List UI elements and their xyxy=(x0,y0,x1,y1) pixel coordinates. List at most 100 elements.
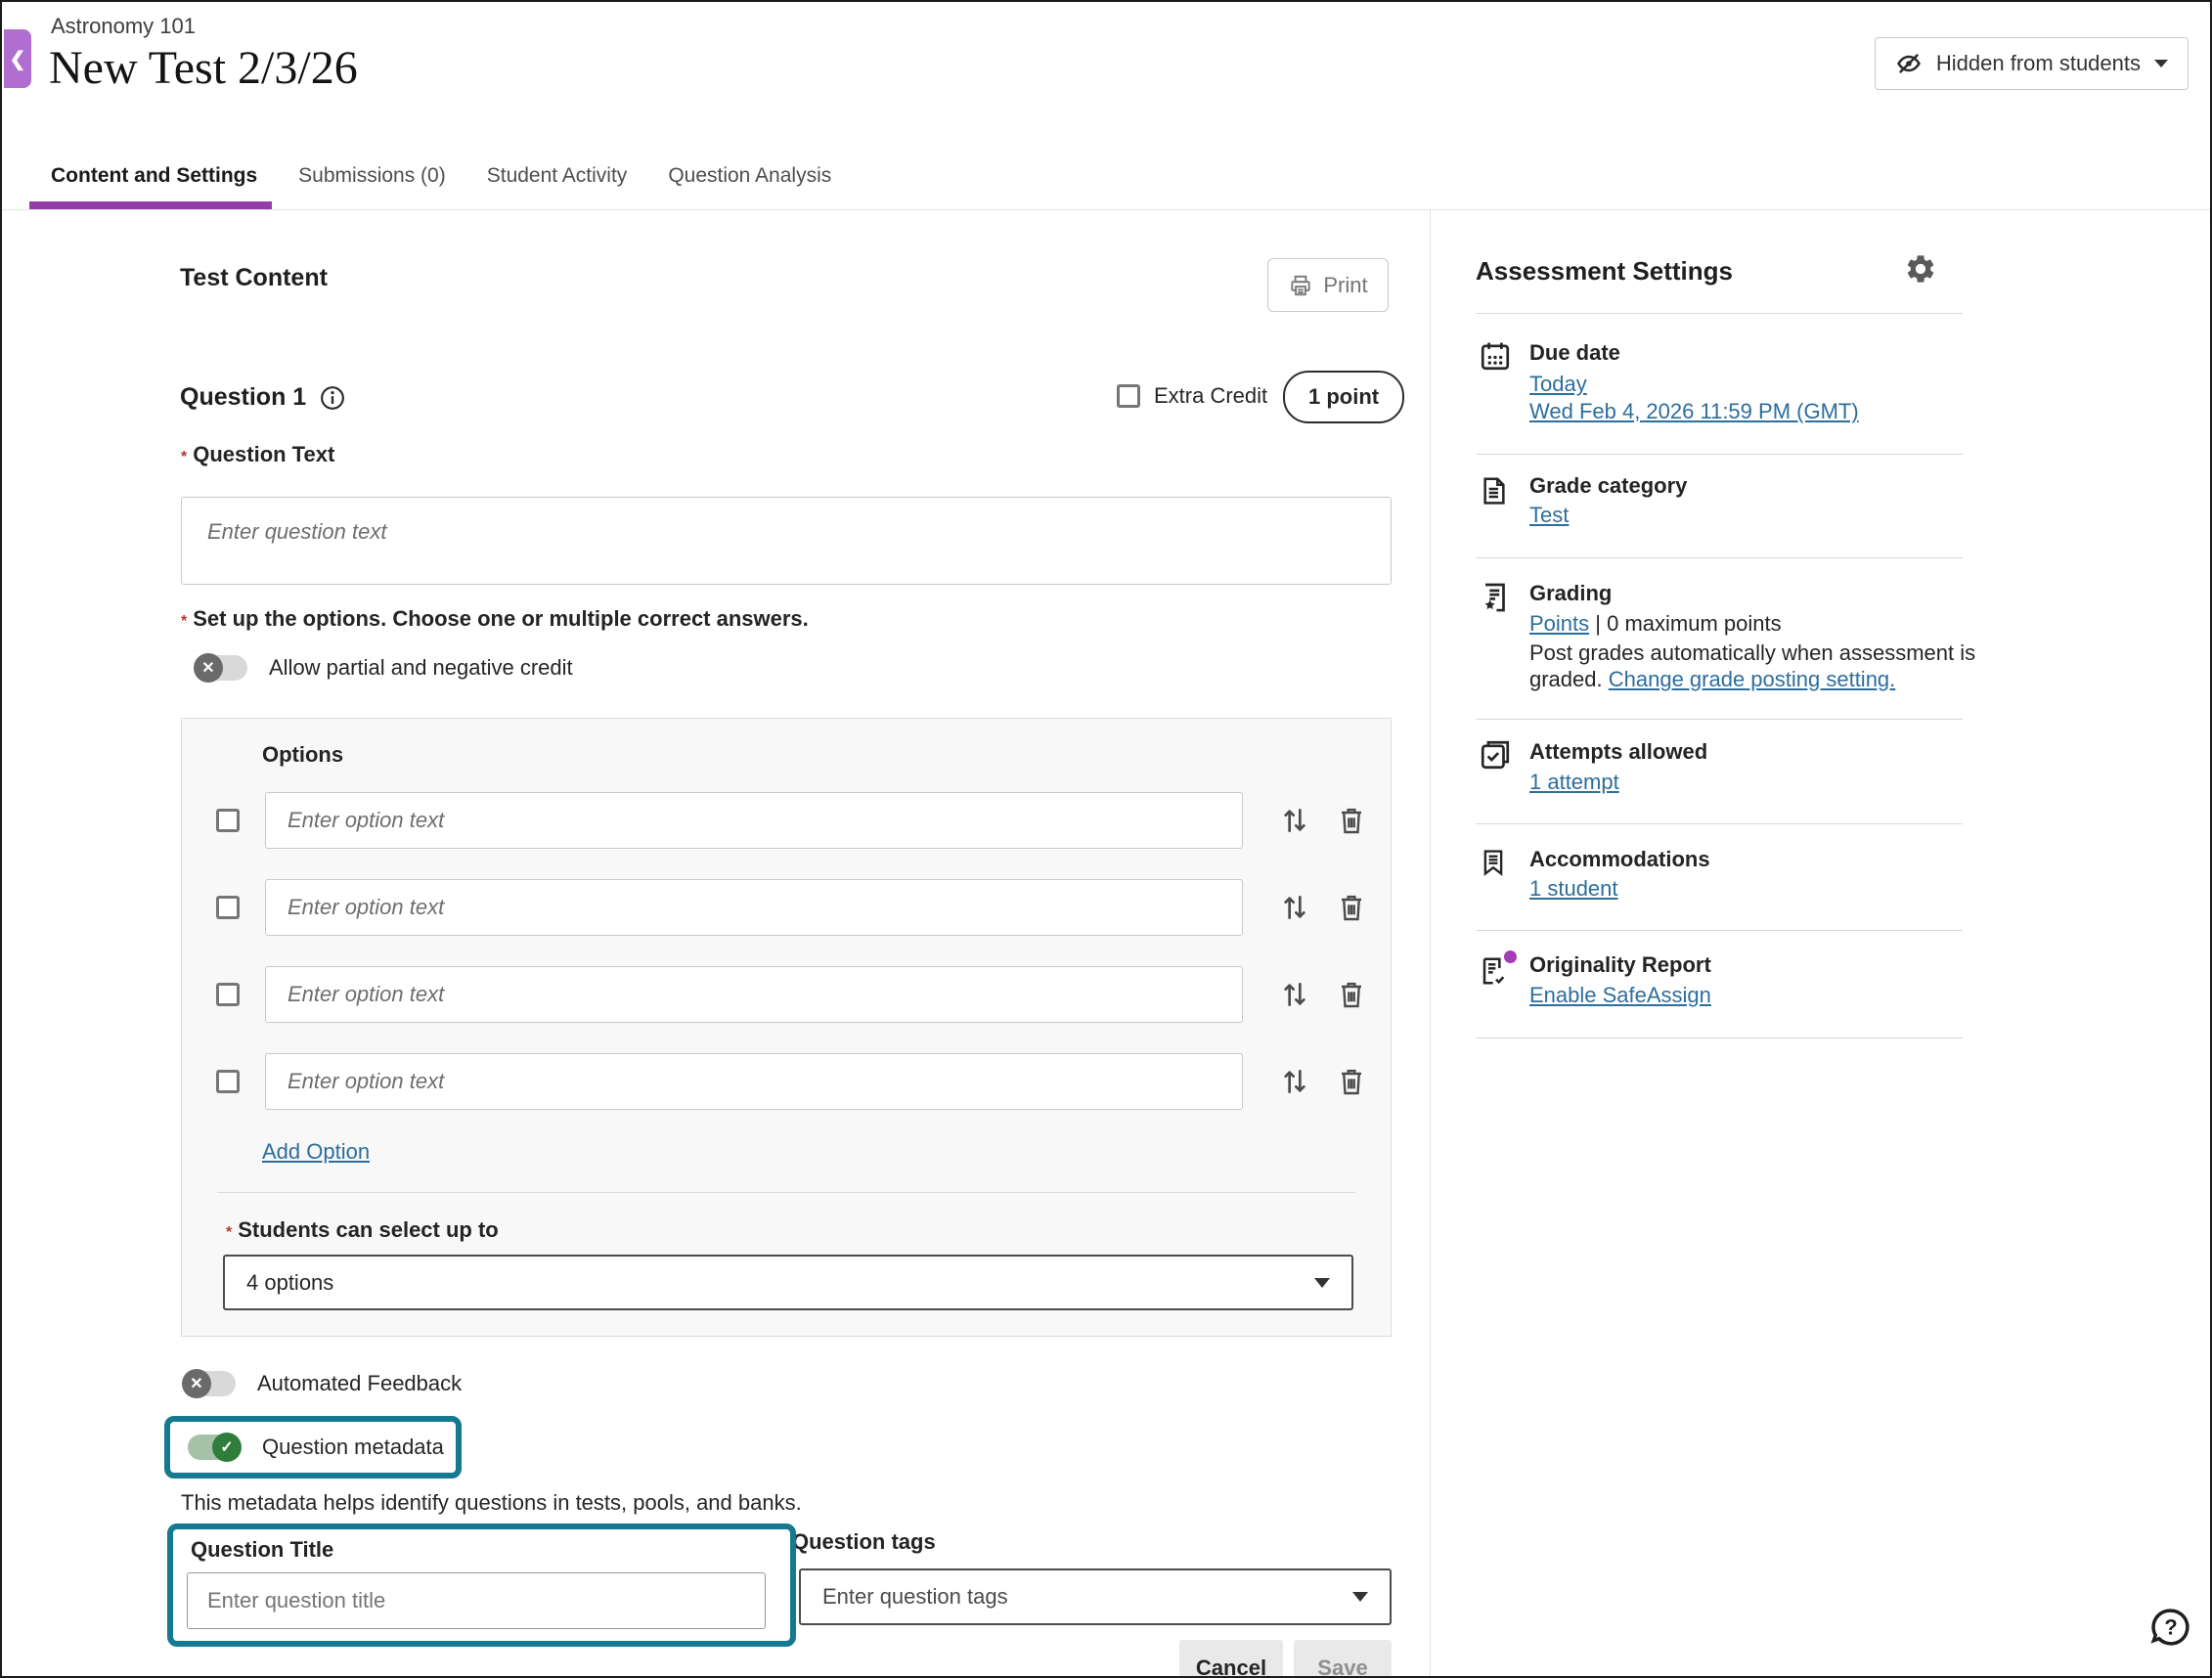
attempts-link[interactable]: 1 attempt xyxy=(1529,770,1619,795)
reorder-icon[interactable] xyxy=(1279,805,1310,836)
due-date-datetime-link[interactable]: Wed Feb 4, 2026 11:59 PM (GMT) xyxy=(1529,399,1859,424)
sidebar-divider xyxy=(1476,930,1963,931)
sidebar-divider xyxy=(1476,454,1963,455)
toggle-off-icon: ✕ xyxy=(190,1374,202,1393)
course-name: Astronomy 101 xyxy=(51,14,196,39)
grade-category-title: Grade category xyxy=(1529,473,1687,499)
option-text-input[interactable] xyxy=(265,1053,1243,1110)
question-text-label: *Question Text xyxy=(181,442,334,467)
question-metadata-label: Question metadata xyxy=(262,1435,444,1460)
automated-feedback-toggle[interactable]: ✕ xyxy=(183,1371,236,1396)
title-annotation-box: Question Title xyxy=(167,1523,796,1647)
sidebar-divider xyxy=(1476,557,1963,558)
document-icon xyxy=(1479,473,1512,508)
metadata-help-text: This metadata helps identify questions i… xyxy=(181,1490,802,1516)
automated-feedback-row: ✕ Automated Feedback xyxy=(183,1371,462,1396)
option-checkbox[interactable] xyxy=(216,983,240,1006)
options-divider xyxy=(217,1192,1355,1193)
option-row xyxy=(182,966,1391,1023)
print-label: Print xyxy=(1323,273,1367,298)
option-text-input[interactable] xyxy=(265,792,1243,849)
change-grade-posting-link[interactable]: Change grade posting setting. xyxy=(1609,667,1896,691)
options-panel: Options xyxy=(181,718,1392,1337)
chevron-left-icon: ❮ xyxy=(10,47,26,71)
eye-slash-icon xyxy=(1895,50,1923,77)
tab-submissions[interactable]: Submissions (0) xyxy=(296,158,448,194)
reorder-icon[interactable] xyxy=(1279,892,1310,923)
partial-credit-row: ✕ Allow partial and negative credit xyxy=(195,655,573,681)
save-button[interactable]: Save xyxy=(1294,1640,1392,1678)
options-header: Options xyxy=(262,742,343,768)
trash-icon[interactable] xyxy=(1336,805,1367,836)
info-icon[interactable] xyxy=(320,385,345,411)
option-text-input[interactable] xyxy=(265,879,1243,936)
trash-icon[interactable] xyxy=(1336,979,1367,1010)
reorder-icon[interactable] xyxy=(1279,1066,1310,1097)
option-row xyxy=(182,1053,1391,1110)
grading-points-line: Points | 0 maximum points xyxy=(1529,611,1782,637)
metadata-annotation-box: ✓ Question metadata xyxy=(164,1416,462,1479)
due-date-today-link[interactable]: Today xyxy=(1529,372,1587,397)
question-header: Question 1 xyxy=(180,383,345,412)
app-window: ❮ Astronomy 101 New Test 2/3/26 Hidden f… xyxy=(0,0,2212,1678)
points-pill[interactable]: 1 point xyxy=(1283,371,1404,423)
printer-icon xyxy=(1288,273,1313,298)
gear-icon[interactable] xyxy=(1904,252,1937,286)
select-up-to-dropdown[interactable]: 4 options xyxy=(223,1255,1353,1310)
tab-bar: Content and Settings Submissions (0) Stu… xyxy=(49,158,833,194)
sidebar-divider xyxy=(1476,823,1963,824)
option-text-input[interactable] xyxy=(265,966,1243,1023)
chevron-down-icon xyxy=(1314,1278,1330,1288)
help-icon[interactable]: ? xyxy=(2149,1606,2192,1649)
question-title-label: Question Title xyxy=(191,1537,333,1563)
question-text-input[interactable] xyxy=(181,497,1392,585)
chevron-down-icon xyxy=(1352,1592,1368,1602)
calendar-icon xyxy=(1479,338,1512,374)
active-tab-indicator xyxy=(29,201,272,209)
reorder-icon[interactable] xyxy=(1279,979,1310,1010)
add-option-link[interactable]: Add Option xyxy=(262,1139,370,1165)
grade-category-link[interactable]: Test xyxy=(1529,503,1569,528)
setup-instruction: *Set up the options. Choose one or multi… xyxy=(181,606,809,632)
select-up-to-label: *Students can select up to xyxy=(226,1217,499,1243)
tab-content-and-settings[interactable]: Content and Settings xyxy=(49,158,259,194)
print-button[interactable]: Print xyxy=(1267,258,1389,312)
select-up-to-value: 4 options xyxy=(246,1270,333,1296)
question-number: Question 1 xyxy=(180,383,306,412)
cancel-button[interactable]: Cancel xyxy=(1179,1640,1283,1678)
test-content-heading: Test Content xyxy=(180,264,328,292)
tab-question-analysis[interactable]: Question Analysis xyxy=(666,158,833,194)
question-tags-dropdown[interactable]: Enter question tags xyxy=(799,1568,1392,1625)
extra-credit-checkbox[interactable] xyxy=(1117,384,1140,408)
accommodations-title: Accommodations xyxy=(1529,847,1710,872)
sidebar-divider xyxy=(1476,313,1963,314)
automated-feedback-label: Automated Feedback xyxy=(257,1371,462,1396)
option-checkbox[interactable] xyxy=(216,1070,240,1093)
attempts-title: Attempts allowed xyxy=(1529,739,1707,765)
option-checkbox[interactable] xyxy=(216,896,240,919)
collapse-panel-button[interactable]: ❮ xyxy=(4,29,31,88)
grading-icon xyxy=(1479,579,1512,614)
points-link[interactable]: Points xyxy=(1529,611,1589,636)
trash-icon[interactable] xyxy=(1336,1066,1367,1097)
assessment-settings-title: Assessment Settings xyxy=(1476,256,1733,287)
accommodations-link[interactable]: 1 student xyxy=(1529,876,1618,902)
question-tags-value: Enter question tags xyxy=(822,1584,1008,1610)
grading-title: Grading xyxy=(1529,581,1612,606)
option-checkbox[interactable] xyxy=(216,809,240,832)
extra-credit-label: Extra Credit xyxy=(1154,383,1267,409)
extra-credit-group: Extra Credit xyxy=(1117,383,1267,409)
question-metadata-toggle[interactable]: ✓ xyxy=(188,1435,241,1460)
toggle-on-icon: ✓ xyxy=(220,1437,233,1457)
grading-post-text: Post grades automatically when assessmen… xyxy=(1529,640,2043,692)
tab-student-activity[interactable]: Student Activity xyxy=(485,158,630,194)
notification-dot xyxy=(1504,950,1517,963)
enable-safeassign-link[interactable]: Enable SafeAssign xyxy=(1529,983,1711,1008)
chevron-down-icon xyxy=(2154,60,2168,67)
partial-credit-toggle[interactable]: ✕ xyxy=(195,655,247,681)
question-title-input[interactable] xyxy=(187,1572,766,1629)
trash-icon[interactable] xyxy=(1336,892,1367,923)
svg-text:?: ? xyxy=(2164,1615,2177,1640)
option-row xyxy=(182,792,1391,849)
visibility-button[interactable]: Hidden from students xyxy=(1875,37,2189,90)
